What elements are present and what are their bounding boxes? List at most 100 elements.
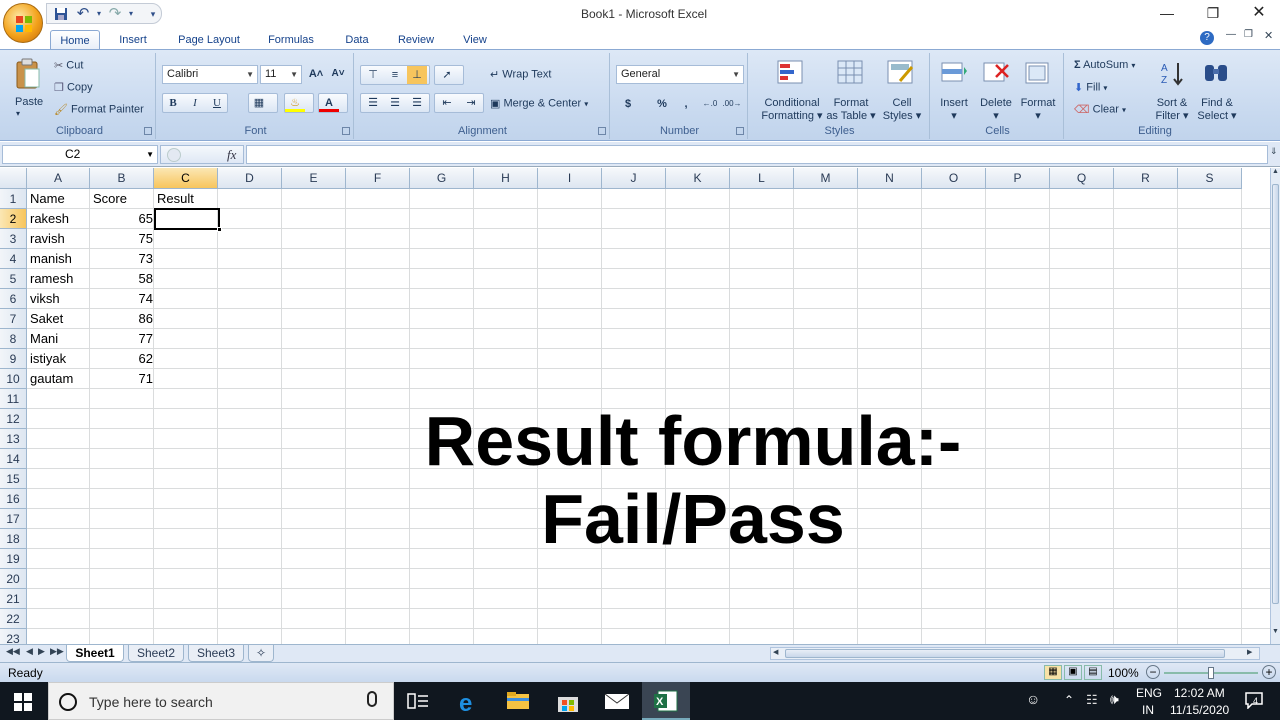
shrink-font-icon[interactable]: A˅ <box>328 65 348 83</box>
formula-cancel-icon[interactable] <box>167 148 181 162</box>
language-indicator-1[interactable]: ENG <box>1136 686 1162 700</box>
find-select-button[interactable]: Find & Select ▾ <box>1194 97 1240 123</box>
tab-review[interactable]: Review <box>392 30 440 50</box>
mail-icon[interactable] <box>604 691 630 711</box>
delete-cells-icon[interactable] <box>982 59 1010 87</box>
edge-browser-icon[interactable]: e <box>458 690 482 717</box>
cut-button[interactable]: ✂ Cut <box>54 59 83 72</box>
undo-dropdown-icon[interactable]: ▾ <box>91 7 107 21</box>
customize-qat-icon[interactable]: ▾ <box>145 7 161 21</box>
column-header[interactable]: S <box>1178 168 1242 189</box>
percent-button[interactable]: % <box>652 95 672 113</box>
name-box[interactable]: C2 ▼ <box>2 145 158 164</box>
cell-score[interactable]: 74 <box>91 289 155 309</box>
delete-button[interactable]: Delete ▾ <box>976 97 1016 123</box>
row-header[interactable]: 1 <box>0 189 27 209</box>
row-header[interactable]: 21 <box>0 589 27 609</box>
clipboard-dialog-launcher-icon[interactable] <box>144 127 152 135</box>
task-view-icon[interactable] <box>406 691 430 711</box>
row-header[interactable]: 8 <box>0 329 27 349</box>
row-header[interactable]: 16 <box>0 489 27 509</box>
scroll-down-icon[interactable]: ▼ <box>1271 628 1280 642</box>
expand-formula-bar-icon[interactable]: ⇓ <box>1270 146 1278 157</box>
ribbon-minimize-icon[interactable]: — <box>1226 29 1236 40</box>
sheet-tab-sheet2[interactable]: Sheet2 <box>128 645 184 662</box>
zoom-out-icon[interactable]: − <box>1146 665 1160 679</box>
last-sheet-icon[interactable]: ▶▶ <box>50 646 64 657</box>
prev-sheet-icon[interactable]: ◀ <box>26 646 33 657</box>
select-all-button[interactable] <box>0 168 27 189</box>
row-header[interactable]: 5 <box>0 269 27 289</box>
column-header[interactable]: N <box>858 168 922 189</box>
fill-color-button[interactable]: ♨ <box>284 93 314 113</box>
tab-data[interactable]: Data <box>338 30 376 50</box>
microsoft-store-icon[interactable] <box>556 691 580 712</box>
column-header[interactable]: I <box>538 168 602 189</box>
tab-view[interactable]: View <box>456 30 494 50</box>
number-dialog-launcher-icon[interactable] <box>736 127 744 135</box>
formula-input[interactable] <box>246 145 1268 164</box>
decrease-decimal-icon[interactable]: .00→ <box>722 95 742 113</box>
row-header[interactable]: 4 <box>0 249 27 269</box>
cell-c1[interactable]: Result <box>155 189 196 209</box>
column-header[interactable]: K <box>666 168 730 189</box>
row-header[interactable]: 11 <box>0 389 27 409</box>
cell-score[interactable]: 65 <box>91 209 155 229</box>
merge-center-button[interactable]: ▣ Merge & Center ▾ <box>490 97 588 110</box>
row-header[interactable]: 12 <box>0 409 27 429</box>
row-header[interactable]: 17 <box>0 509 27 529</box>
network-icon[interactable]: ☷ <box>1086 692 1098 708</box>
font-name-combo[interactable]: Calibri ▼ <box>162 65 258 84</box>
increase-decimal-icon[interactable]: ←.0 <box>700 95 720 113</box>
cell-score[interactable]: 58 <box>91 269 155 289</box>
people-icon[interactable]: ☺ <box>1026 691 1040 707</box>
vertical-scroll-thumb[interactable] <box>1272 184 1279 604</box>
scroll-right-icon[interactable]: ▶ <box>1247 648 1252 656</box>
cell-score[interactable]: 71 <box>91 369 155 389</box>
row-header[interactable]: 15 <box>0 469 27 489</box>
row-header[interactable]: 22 <box>0 609 27 629</box>
cell-score[interactable]: 77 <box>91 329 155 349</box>
undo-icon[interactable]: ↶ <box>75 6 91 21</box>
autosum-button[interactable]: Σ AutoSum ▾ <box>1074 59 1135 71</box>
format-as-table-button[interactable]: Format as Table ▾ <box>826 97 876 123</box>
cell-score[interactable]: 62 <box>91 349 155 369</box>
column-header[interactable]: D <box>218 168 282 189</box>
number-format-combo[interactable]: General ▼ <box>616 65 744 84</box>
clock-time[interactable]: 12:02 AM <box>1174 686 1225 700</box>
microphone-icon[interactable] <box>367 691 377 707</box>
row-header[interactable]: 20 <box>0 569 27 589</box>
decrease-indent-icon[interactable]: ⇤ <box>437 94 457 112</box>
windows-start-icon[interactable] <box>14 693 32 711</box>
active-cell-c2[interactable] <box>154 208 222 232</box>
horizontal-scrollbar[interactable]: ◀ ▶ <box>770 647 1260 660</box>
row-header[interactable]: 7 <box>0 309 27 329</box>
file-explorer-icon[interactable] <box>506 691 530 711</box>
taskbar-search-box[interactable]: Type here to search <box>48 682 394 720</box>
increase-indent-icon[interactable]: ⇥ <box>461 94 481 112</box>
copy-button[interactable]: ❐ Copy <box>54 81 93 94</box>
first-sheet-icon[interactable]: ◀◀ <box>6 646 20 657</box>
cell-score[interactable]: 75 <box>91 229 155 249</box>
horizontal-scroll-thumb[interactable] <box>785 649 1225 658</box>
paste-dropdown-icon[interactable]: ▾ <box>16 109 20 118</box>
row-header[interactable]: 18 <box>0 529 27 549</box>
format-painter-button[interactable]: 🖌 Format Painter <box>54 103 144 116</box>
redo-icon[interactable]: ↷ <box>107 6 123 21</box>
tab-formulas[interactable]: Formulas <box>262 30 320 50</box>
align-right-icon[interactable]: ☰ <box>407 94 427 112</box>
column-header[interactable]: F <box>346 168 410 189</box>
cell-name[interactable]: Saket <box>28 309 65 329</box>
vertical-scrollbar[interactable]: ▲ ▼ <box>1270 168 1280 644</box>
zoom-in-icon[interactable]: + <box>1262 665 1276 679</box>
volume-icon[interactable]: 🕪 <box>1110 691 1119 708</box>
zoom-level[interactable]: 100% <box>1108 666 1139 680</box>
column-header[interactable]: O <box>922 168 986 189</box>
column-header[interactable]: B <box>90 168 154 189</box>
row-header[interactable]: 13 <box>0 429 27 449</box>
row-header[interactable]: 3 <box>0 229 27 249</box>
currency-button[interactable]: $ <box>618 95 638 113</box>
column-header[interactable]: R <box>1114 168 1178 189</box>
cell-styles-icon[interactable] <box>886 59 916 87</box>
borders-button[interactable]: ▦ <box>248 93 278 113</box>
